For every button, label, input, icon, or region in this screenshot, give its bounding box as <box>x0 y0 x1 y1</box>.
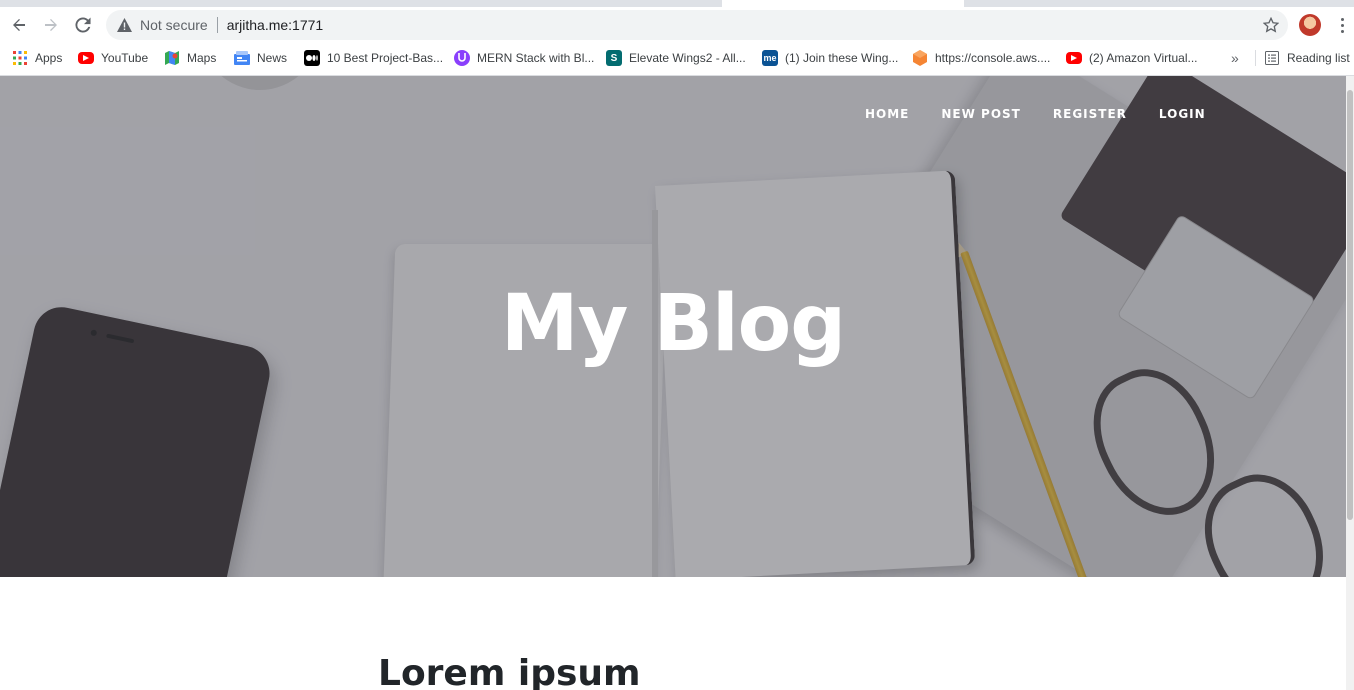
nav-login-link[interactable]: LOGIN <box>1159 107 1206 121</box>
bookmark-label: (1) Join these Wing... <box>785 51 899 65</box>
forward-arrow-icon[interactable] <box>37 11 65 39</box>
bookmarks-bar: Apps YouTube Maps News 10 Best Project-B… <box>0 44 1354 72</box>
reading-list-button[interactable]: Reading list <box>1258 46 1354 70</box>
aws-icon <box>912 50 928 66</box>
youtube-icon <box>1066 52 1082 64</box>
active-tab[interactable] <box>722 0 964 7</box>
bookmark-apps[interactable]: Apps <box>6 46 68 70</box>
youtube-icon <box>78 52 94 64</box>
maps-icon <box>164 50 180 66</box>
news-icon <box>234 50 250 66</box>
nav-new-post-link[interactable]: NEW POST <box>941 107 1020 121</box>
purple-logo-icon <box>454 50 470 66</box>
bookmark-label: YouTube <box>101 51 149 65</box>
bookmark-mern-stack[interactable]: MERN Stack with Bl... <box>448 46 600 70</box>
nav-home-link[interactable]: HOME <box>865 107 909 121</box>
bookmark-news[interactable]: News <box>228 46 293 70</box>
page-viewport: HOME NEW POST REGISTER LOGIN My Blog Lor… <box>0 76 1354 690</box>
bookmark-youtube[interactable]: YouTube <box>72 46 154 70</box>
warning-icon[interactable] <box>116 17 132 33</box>
back-arrow-icon[interactable] <box>5 11 33 39</box>
post-title[interactable]: Lorem ipsum <box>378 653 641 690</box>
hero-title: My Blog <box>500 279 846 369</box>
address-bar[interactable]: Not secure arjitha.me:1771 <box>106 10 1288 40</box>
me-icon: me <box>762 50 778 66</box>
bookmark-label: Apps <box>35 51 63 65</box>
bookmark-project-based[interactable]: 10 Best Project-Bas... <box>298 46 449 70</box>
site-nav: HOME NEW POST REGISTER LOGIN <box>865 107 1238 121</box>
star-icon[interactable] <box>1262 16 1280 34</box>
bookmark-label: (2) Amazon Virtual... <box>1089 51 1198 65</box>
medium-icon <box>304 50 320 66</box>
bookmark-label: Elevate Wings2 - All... <box>629 51 746 65</box>
tab-strip <box>0 0 1354 7</box>
bookmark-label: 10 Best Project-Bas... <box>327 51 444 65</box>
browser-toolbar: Not secure arjitha.me:1771 <box>0 7 1354 44</box>
bookmark-join-wings[interactable]: me (1) Join these Wing... <box>756 46 904 70</box>
bookmark-elevate-wings[interactable]: S Elevate Wings2 - All... <box>600 46 752 70</box>
profile-avatar[interactable] <box>1299 14 1321 36</box>
omnibox-divider <box>216 17 218 33</box>
browser-chrome: Not secure arjitha.me:1771 Apps YouTube … <box>0 0 1354 76</box>
bookmarks-overflow-button[interactable]: » <box>1231 50 1239 66</box>
bookmark-aws-console[interactable]: https://console.aws.... <box>906 46 1056 70</box>
bookmark-label: https://console.aws.... <box>935 51 1051 65</box>
sharepoint-icon: S <box>606 50 622 66</box>
kebab-menu-icon[interactable] <box>1334 13 1350 37</box>
reading-list-label: Reading list <box>1287 51 1350 65</box>
apps-grid-icon <box>12 50 28 66</box>
bookmark-label: Maps <box>187 51 217 65</box>
security-label[interactable]: Not secure <box>140 17 208 33</box>
scrollbar-thumb[interactable] <box>1347 90 1353 520</box>
reading-list-icon <box>1264 50 1280 66</box>
bookmarks-divider <box>1255 50 1256 66</box>
url-text[interactable]: arjitha.me:1771 <box>227 17 324 33</box>
nav-register-link[interactable]: REGISTER <box>1053 107 1127 121</box>
bookmark-label: MERN Stack with Bl... <box>477 51 595 65</box>
hero-header: HOME NEW POST REGISTER LOGIN My Blog <box>0 76 1346 577</box>
reload-icon[interactable] <box>69 11 97 39</box>
bookmark-amazon-virtual[interactable]: (2) Amazon Virtual... <box>1060 46 1204 70</box>
bookmark-label: News <box>257 51 288 65</box>
bookmark-maps[interactable]: Maps <box>158 46 222 70</box>
page-scrollbar[interactable] <box>1346 76 1354 690</box>
